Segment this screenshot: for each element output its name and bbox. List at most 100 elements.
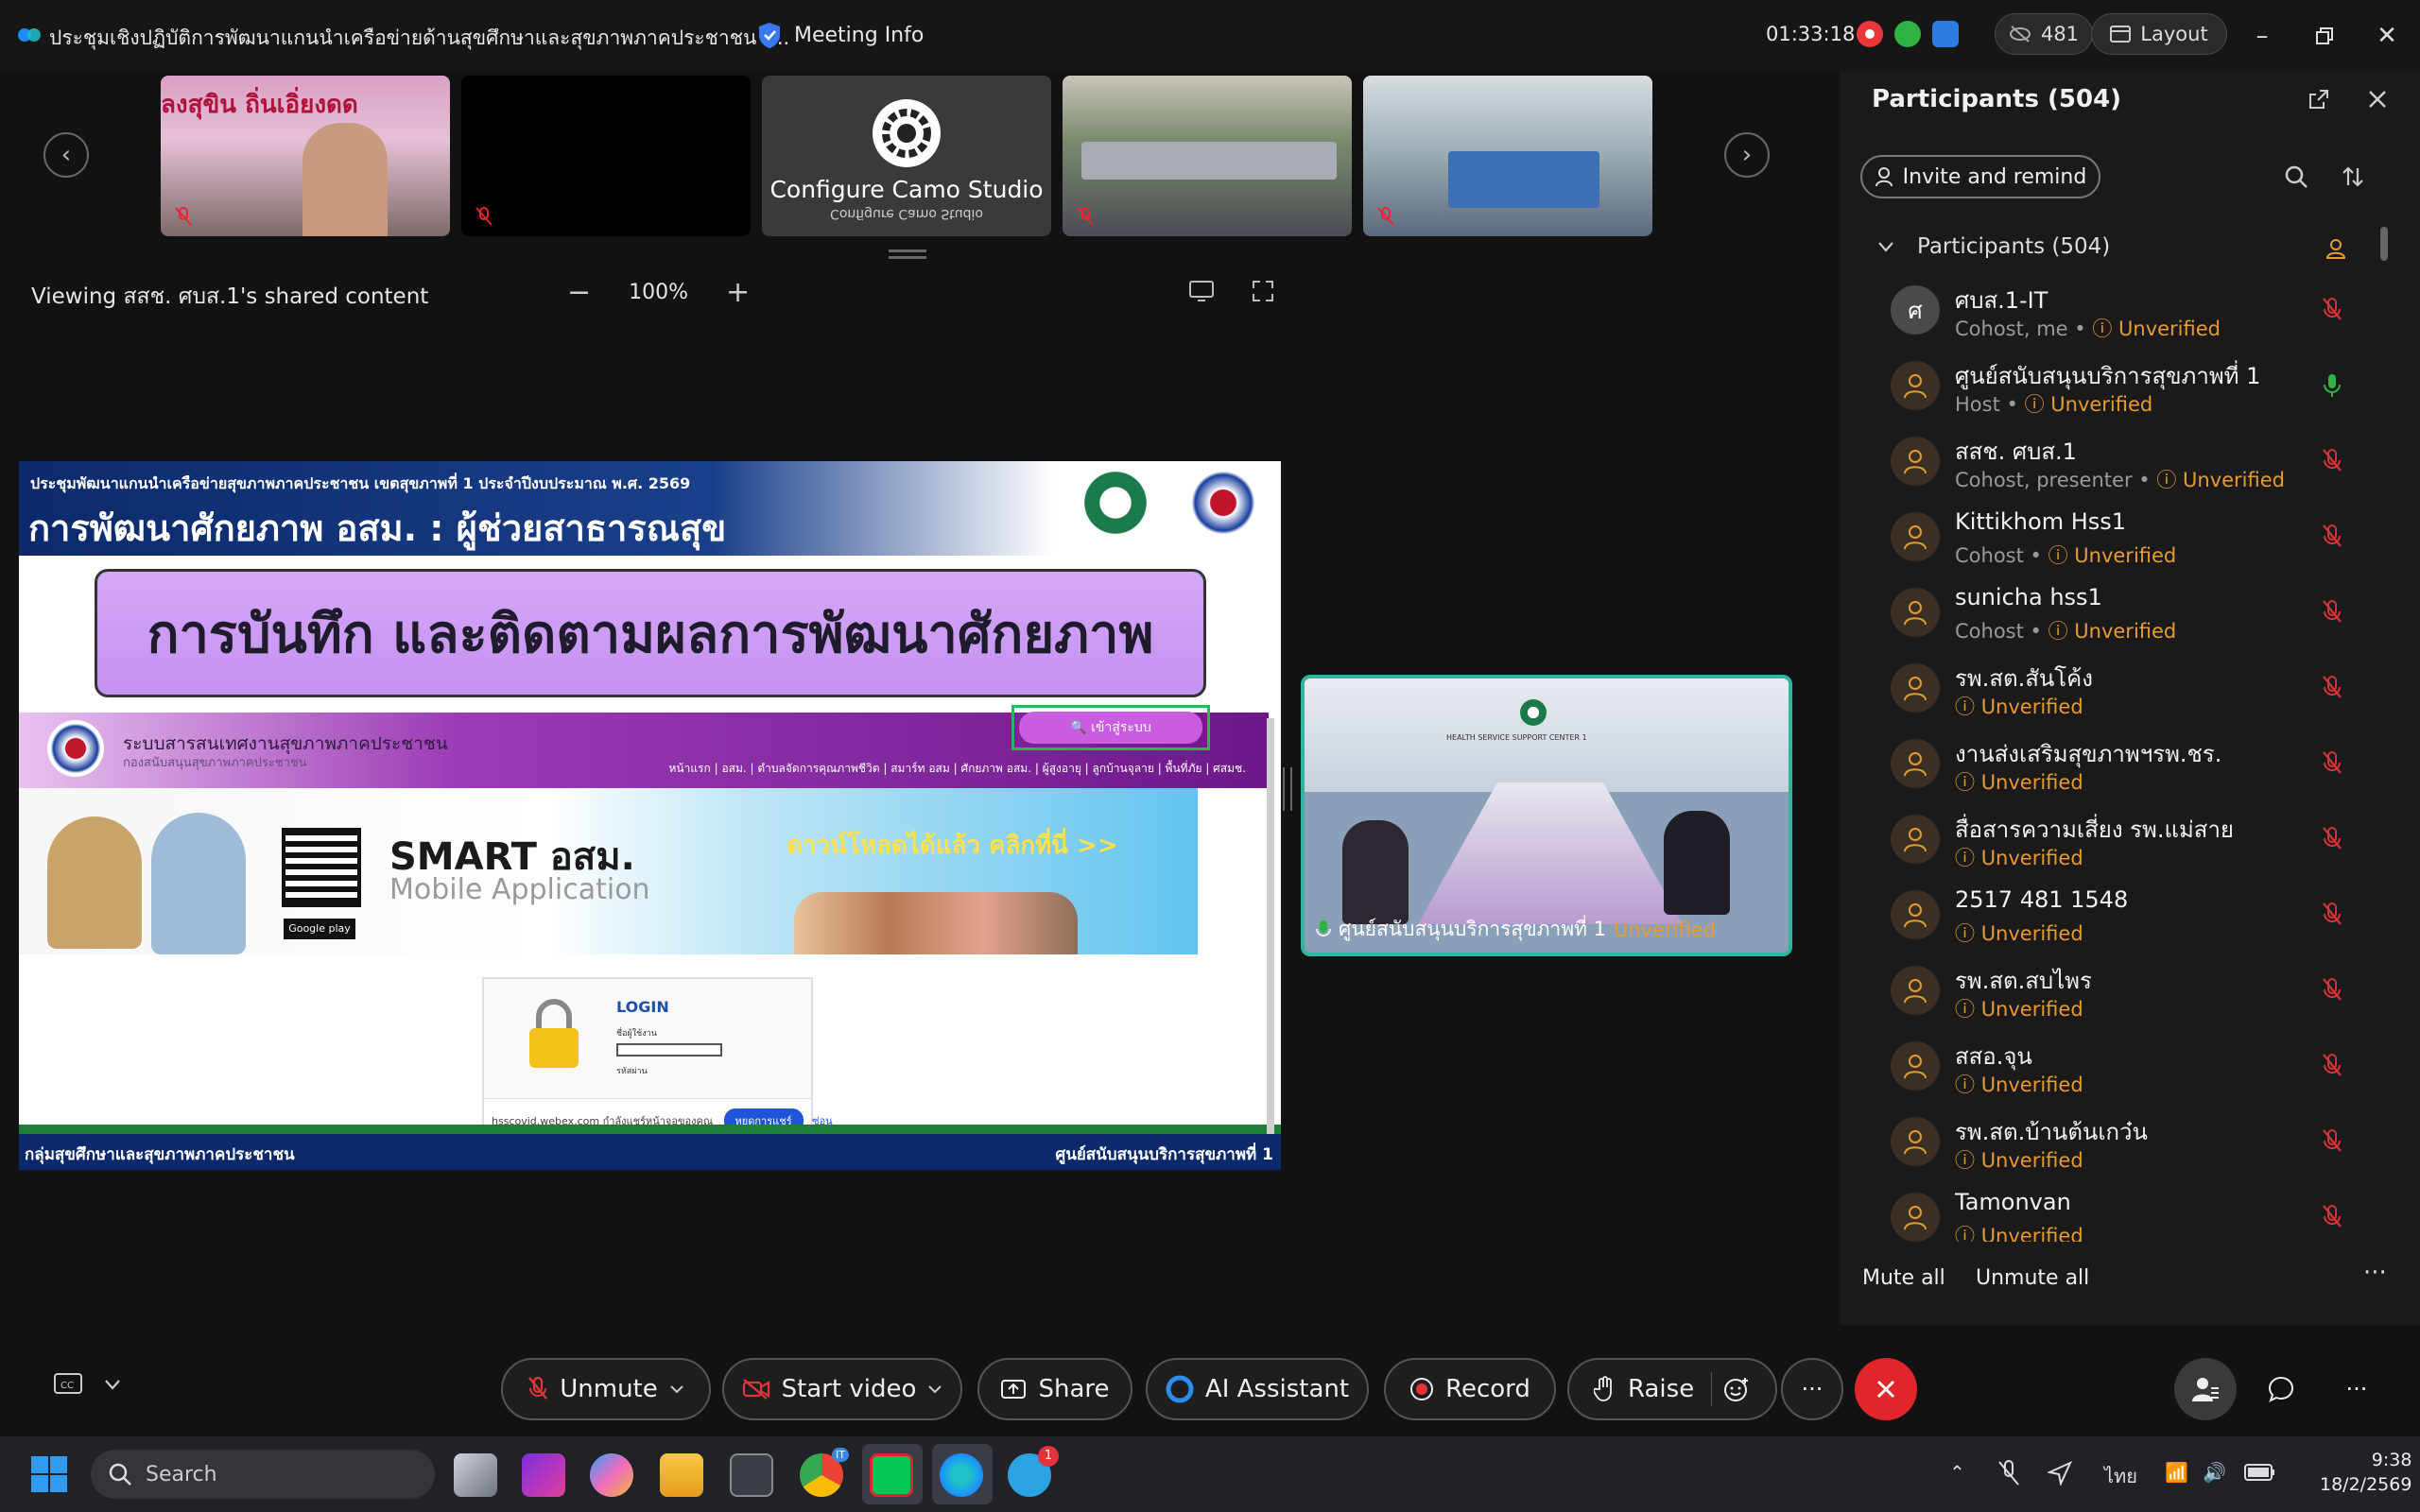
participant-row[interactable]: ศศบส.1-IT Cohost, me • ⓘ Unverified	[1840, 274, 2407, 350]
windows-start-icon[interactable]	[30, 1455, 68, 1493]
participant-row[interactable]: สสช. ศบส.1 Cohost, presenter • ⓘ Unverifi…	[1840, 425, 2407, 501]
zoom-in-button[interactable]: +	[726, 276, 750, 309]
webex-app-icon[interactable]	[940, 1453, 983, 1497]
volume-icon[interactable]: 🔊	[2203, 1461, 2226, 1484]
muted-mic-icon[interactable]	[2322, 1128, 2342, 1159]
more-options-button[interactable]: ···	[1781, 1358, 1843, 1420]
video-thumbnail-3[interactable]: Configure Camo Studio Configure Camo Stu…	[762, 76, 1051, 236]
wifi-icon[interactable]: 📶	[2165, 1461, 2188, 1484]
recording-indicator-icon[interactable]	[1857, 21, 1883, 47]
person-icon	[1904, 903, 1927, 928]
zoom-out-button[interactable]: −	[567, 276, 591, 309]
split-resize-handle[interactable]	[1283, 767, 1292, 811]
telegram-icon[interactable]: 1	[1008, 1446, 1059, 1497]
search-icon[interactable]	[2284, 164, 2308, 189]
thumbnails-prev-button[interactable]: ‹	[43, 132, 89, 178]
close-window-button[interactable]: ✕	[2365, 17, 2409, 55]
strip-resize-handle[interactable]	[889, 249, 926, 259]
captions-button[interactable]: CC	[53, 1372, 121, 1397]
muted-mic-icon[interactable]	[2322, 826, 2342, 856]
leave-meeting-button[interactable]	[1855, 1358, 1917, 1420]
tray-overflow-icon[interactable]: ⌃	[1949, 1461, 1965, 1484]
active-speaker-video[interactable]: HEALTH SERVICE SUPPORT CENTER 1 ศูนย์สนั…	[1301, 675, 1792, 956]
participants-group-toggle[interactable]: Participants (504)	[1877, 234, 2110, 259]
ai-assistant-button[interactable]: AI Assistant	[1146, 1358, 1369, 1420]
line-app-icon[interactable]	[870, 1453, 913, 1497]
thumbnail-1-banner: ลงสุขิน ถิ่นเอิ่ยงดด	[161, 91, 358, 119]
shared-content-scrollbar[interactable]	[1267, 718, 1274, 1134]
muted-mic-icon[interactable]	[2322, 977, 2342, 1007]
input-language[interactable]: ไทย	[2104, 1461, 2137, 1491]
minimize-button[interactable]: –	[2240, 17, 2284, 55]
network-health-icon[interactable]	[1894, 21, 1921, 47]
video-thumbnail-2[interactable]	[461, 76, 751, 236]
apps-icon[interactable]	[1932, 21, 1959, 47]
thumbnails-next-button[interactable]: ›	[1724, 132, 1770, 178]
muted-mic-icon[interactable]	[2322, 524, 2342, 554]
muted-mic-icon[interactable]	[2322, 448, 2342, 478]
info-icon: ⓘ	[1955, 922, 1981, 945]
participant-row[interactable]: รพ.สต.สบไพร ⓘ Unverified	[1840, 954, 2407, 1030]
chat-button[interactable]	[2250, 1358, 2312, 1420]
participant-row[interactable]: Tamonvan ⓘ Unverified	[1840, 1181, 2407, 1242]
screen-options-icon[interactable]	[1189, 280, 1214, 302]
sort-icon[interactable]	[2341, 164, 2365, 189]
taskbar-search[interactable]: Search	[91, 1450, 435, 1499]
snipping-tool-icon[interactable]	[522, 1453, 565, 1497]
taskbar-clock[interactable]: 9:38 18/2/2569	[2320, 1448, 2411, 1497]
participant-subtitle: ⓘ Unverified	[1955, 692, 2083, 720]
participant-row[interactable]: งานส่งเสริมสุขภาพฯรพ.ชร. ⓘ Unverified	[1840, 728, 2407, 803]
reactions-icon[interactable]	[1723, 1376, 1750, 1402]
unverified-status: ⓘ Unverified	[1955, 1074, 2083, 1096]
muted-mic-icon[interactable]	[2322, 902, 2342, 932]
participant-row[interactable]: ศูนย์สนับสนุนบริการสุขภาพที่ 1 Host • ⓘ U…	[1840, 350, 2407, 425]
task-view-icon[interactable]	[454, 1453, 497, 1497]
start-video-button[interactable]: Start video	[722, 1358, 962, 1420]
chrome-icon[interactable]: IT	[800, 1448, 849, 1497]
unmute-button[interactable]: Unmute	[501, 1358, 711, 1420]
invite-and-remind-button[interactable]: Invite and remind	[1860, 155, 2100, 198]
close-panel-icon[interactable]	[2367, 89, 2388, 110]
raise-hand-button[interactable]: Raise	[1567, 1358, 1777, 1420]
restore-button[interactable]	[2303, 17, 2346, 55]
file-explorer-icon[interactable]	[660, 1453, 703, 1497]
record-button[interactable]: Record	[1384, 1358, 1556, 1420]
lobby-person-icon[interactable]	[2325, 238, 2346, 259]
participants-scrollbar[interactable]	[2380, 227, 2388, 261]
calculator-icon[interactable]	[730, 1453, 773, 1497]
copilot-icon[interactable]	[590, 1453, 633, 1497]
mute-all-button[interactable]: Mute all	[1862, 1266, 1945, 1290]
participant-row[interactable]: สสอ.จุน ⓘ Unverified	[1840, 1030, 2407, 1106]
participant-row[interactable]: sunicha hss1 Cohost • ⓘ Unverified	[1840, 576, 2407, 652]
participant-row[interactable]: สื่อสารความเสี่ยง รพ.แม่สาย ⓘ Unverified	[1840, 803, 2407, 879]
muted-mic-icon[interactable]	[2322, 750, 2342, 781]
more-panels-button[interactable]: ···	[2325, 1358, 2388, 1420]
mic-muted-tray-icon[interactable]	[1996, 1459, 2021, 1487]
video-thumbnail-1[interactable]: ลงสุขิน ถิ่นเอิ่ยงดด	[161, 76, 450, 236]
participant-row[interactable]: Kittikhom Hss1 Cohost • ⓘ Unverified	[1840, 501, 2407, 576]
muted-mic-icon[interactable]	[2322, 1204, 2342, 1234]
meeting-info-button[interactable]: Meeting Info	[756, 21, 924, 49]
mic-on-icon[interactable]	[2322, 372, 2342, 403]
panel-more-options-button[interactable]: ···	[2363, 1259, 2387, 1287]
location-icon[interactable]	[2048, 1461, 2072, 1486]
participant-row[interactable]: 2517 481 1548 ⓘ Unverified	[1840, 879, 2407, 954]
muted-mic-icon[interactable]	[2322, 1053, 2342, 1083]
video-thumbnail-5[interactable]	[1363, 76, 1652, 236]
fullscreen-icon[interactable]	[1252, 280, 1274, 302]
viewer-count-pill[interactable]: 481	[1995, 13, 2093, 55]
muted-mic-icon[interactable]	[2322, 297, 2342, 327]
unverified-label: Unverified	[1980, 696, 2083, 718]
battery-icon[interactable]	[2244, 1463, 2276, 1482]
participant-row[interactable]: รพ.สต.บ้านต้นเกว๋น ⓘ Unverified	[1840, 1106, 2407, 1181]
muted-mic-icon[interactable]	[2322, 599, 2342, 629]
info-icon: ⓘ	[2048, 544, 2075, 567]
participants-toggle-button[interactable]	[2174, 1358, 2237, 1420]
participant-row[interactable]: รพ.สต.สันโค้ง ⓘ Unverified	[1840, 652, 2407, 728]
unmute-all-button[interactable]: Unmute all	[1976, 1266, 2089, 1290]
popout-icon[interactable]	[2308, 89, 2329, 110]
layout-button[interactable]: Layout	[2091, 13, 2227, 55]
muted-mic-icon[interactable]	[2322, 675, 2342, 705]
share-button[interactable]: Share	[977, 1358, 1132, 1420]
video-thumbnail-4[interactable]	[1063, 76, 1352, 236]
